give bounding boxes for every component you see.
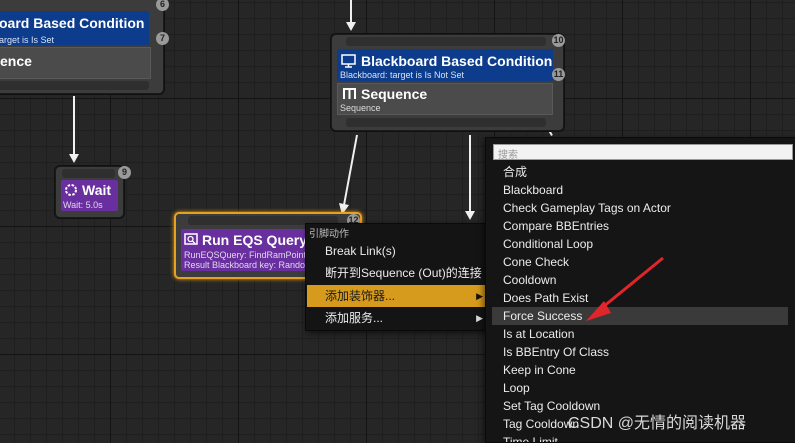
search-placeholder: 搜索 (498, 150, 518, 161)
submenu-item-label: Blackboard (503, 183, 564, 197)
wait-node[interactable]: Wait Wait: 5.0s (55, 166, 124, 218)
submenu-item-label: Cone Check (503, 255, 570, 269)
left-composite[interactable]: ence (0, 47, 151, 79)
left-composite-title: ence (0, 53, 32, 69)
left-decorator[interactable]: oard Based Condition arget is Is Set (0, 11, 149, 45)
submenu-item[interactable]: Cooldown (492, 271, 788, 289)
menu-item-label: Break Link(s) (325, 244, 396, 258)
menu-item-add-service[interactable]: 添加服务... ▶ (307, 307, 487, 329)
left-decorator-subtitle: arget is Is Set (0, 35, 55, 45)
wire-arrow (346, 22, 356, 31)
submenu-item[interactable]: Conditional Loop (492, 235, 788, 253)
eqs-subtitle-query: RunEQSQuery: FindRamPoint (184, 250, 307, 260)
monitor-icon (341, 54, 356, 68)
submenu-item[interactable]: Check Gameplay Tags on Actor (492, 199, 788, 217)
submenu-item-label: 合成 (503, 165, 528, 179)
wait-badge: 9 (118, 166, 131, 179)
watermark: CSDN @无情的阅读机器 (568, 415, 747, 432)
submenu-item[interactable]: Compare BBEntries (492, 217, 788, 235)
left-decorator-title: oard Based Condition (0, 15, 145, 31)
submenu-item-label: Keep in Cone (503, 363, 576, 377)
left-badge-top: 6 (156, 0, 169, 11)
right-badge-top: 10 (552, 34, 565, 47)
menu-item-label: 添加装饰器... (325, 289, 396, 303)
chevron-right-icon: ▶ (476, 291, 483, 301)
submenu-item[interactable]: Is at Location (492, 325, 788, 343)
sequence-icon (343, 88, 356, 99)
pin-context-menu: 引脚动作 Break Link(s) 断开到Sequence (Out)的连接 … (305, 223, 490, 331)
chevron-right-icon: ▶ (476, 313, 483, 323)
eqs-title: Run EQS Query (202, 232, 308, 248)
right-sequence-node[interactable]: Blackboard Based Condition Blackboard: t… (331, 34, 564, 131)
gear-icon (65, 184, 77, 196)
submenu-item[interactable]: Blackboard (492, 181, 788, 199)
menu-item-label: 断开到Sequence (Out)的连接 (325, 266, 482, 280)
submenu-item-label: Cooldown (503, 273, 557, 287)
wire-arrow (69, 154, 79, 163)
right-composite-title: Sequence (361, 86, 428, 102)
submenu-item-label: Is at Location (503, 327, 575, 341)
menu-item-break-links[interactable]: Break Link(s) (307, 240, 487, 262)
wire-seq-down (469, 135, 471, 211)
right-composite-subtitle: Sequence (340, 103, 381, 113)
wait-title: Wait (82, 182, 112, 198)
menu-item-label: 添加服务... (325, 311, 384, 325)
submenu-item-label: Is BBEntry Of Class (503, 345, 610, 359)
right-output-pin[interactable] (346, 118, 546, 127)
submenu-item[interactable]: Force Success (492, 307, 788, 325)
search-input[interactable]: 搜索 (493, 144, 793, 161)
right-input-pin[interactable] (346, 37, 546, 46)
wire-seq-to-eqs (339, 134, 358, 215)
right-decorator-title: Blackboard Based Condition (361, 53, 553, 69)
submenu-item-label: Loop (503, 381, 530, 395)
left-sequence-node[interactable]: oard Based Condition arget is Is Set enc… (0, 0, 164, 94)
submenu-item[interactable]: Time Limit (492, 433, 788, 443)
wait-input-pin[interactable] (62, 169, 115, 178)
wire-left-to-wait (73, 96, 75, 154)
query-icon (184, 233, 198, 245)
submenu-item-label: Compare BBEntries (503, 219, 610, 233)
submenu-item[interactable]: Keep in Cone (492, 361, 788, 379)
menu-item-add-decorator[interactable]: 添加装饰器... ▶ (307, 285, 487, 307)
submenu-item-label: Does Path Exist (503, 291, 589, 305)
left-output-pin[interactable] (0, 81, 149, 90)
wire-arrow (465, 211, 475, 220)
submenu-item-label: Force Success (503, 309, 583, 323)
right-badge-mid: 11 (552, 68, 565, 81)
context-menu-header: 引脚动作 (309, 229, 349, 240)
right-composite[interactable]: Sequence Sequence (337, 83, 553, 115)
submenu-item-label: Time Limit (503, 435, 558, 443)
left-badge-mid: 7 (156, 32, 169, 45)
wire-top-right (350, 0, 352, 22)
eqs-subtitle-key: Result Blackboard key: Random (184, 260, 313, 270)
submenu-item[interactable]: Is BBEntry Of Class (492, 343, 788, 361)
menu-item-break-sequence-link[interactable]: 断开到Sequence (Out)的连接 (307, 262, 487, 284)
submenu-item[interactable]: Cone Check (492, 253, 788, 271)
submenu-item[interactable]: 合成 (492, 163, 788, 181)
wait-task[interactable]: Wait Wait: 5.0s (61, 180, 118, 211)
submenu-item-label: Check Gameplay Tags on Actor (503, 201, 671, 215)
right-decorator-subtitle: Blackboard: target is Is Not Set (340, 70, 465, 80)
wait-subtitle: Wait: 5.0s (63, 200, 103, 210)
submenu-item-label: Conditional Loop (503, 237, 594, 251)
decorator-submenu: 搜索 合成 Blackboard Check Gameplay Tags on Ac… (485, 137, 795, 443)
submenu-item[interactable]: Loop (492, 379, 788, 397)
right-decorator[interactable]: Blackboard Based Condition Blackboard: t… (337, 49, 553, 81)
submenu-item[interactable]: Does Path Exist (492, 289, 788, 307)
